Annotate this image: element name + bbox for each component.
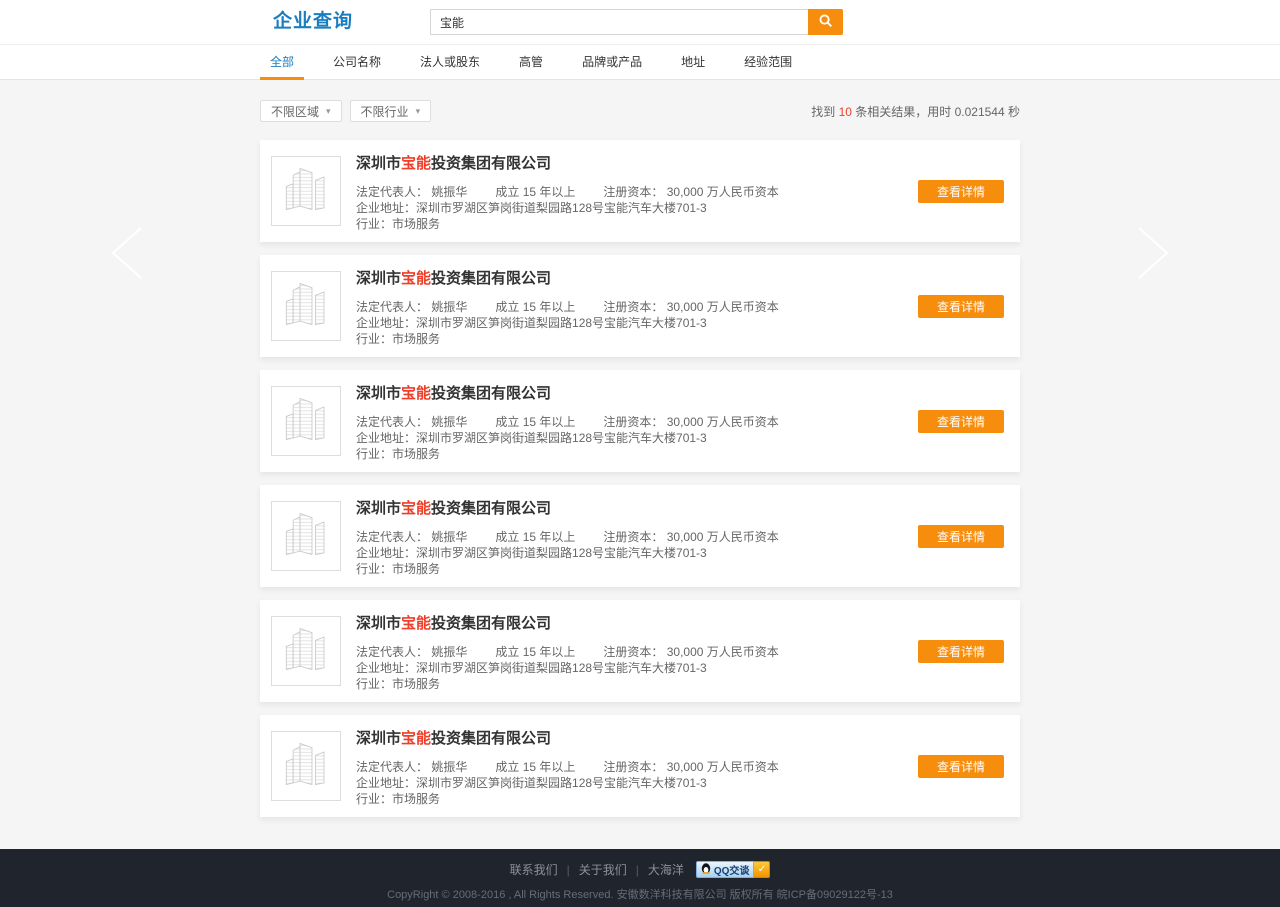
company-logo-placeholder (271, 386, 341, 456)
qq-penguin-icon (701, 862, 711, 877)
tab-5[interactable]: 地址 (671, 45, 715, 79)
footer-links: 联系我们 | 关于我们 | 大海洋 QQ交谈 ✓ (0, 861, 1280, 878)
company-address: 企业地址：深圳市罗湖区笋岗街道梨园路128号宝能汽车大楼701-3 (356, 545, 779, 561)
company-info: 深圳市宝能投资集团有限公司 法定代表人： 姚振华成立 15 年以上注册资本： 3… (356, 267, 779, 347)
footer: 联系我们 | 关于我们 | 大海洋 QQ交谈 ✓ CopyRight © 2008-20… (0, 849, 1280, 907)
footer-separator: | (567, 863, 570, 877)
chevron-down-icon: ▾ (326, 106, 331, 117)
building-icon (280, 280, 332, 333)
tab-1[interactable]: 公司名称 (323, 45, 391, 79)
result-count: 10 (839, 105, 852, 119)
copyright-text: CopyRight © 2008-2016 , All Rights Reser… (0, 886, 1280, 902)
footer-separator: | (636, 863, 639, 877)
company-industry: 行业：市场服务 (356, 676, 779, 692)
company-address: 企业地址：深圳市罗湖区笋岗街道梨园路128号宝能汽车大楼701-3 (356, 660, 779, 676)
company-name-link[interactable]: 深圳市宝能投资集团有限公司 (356, 152, 779, 173)
company-industry: 行业：市场服务 (356, 561, 779, 577)
company-info: 深圳市宝能投资集团有限公司 法定代表人： 姚振华成立 15 年以上注册资本： 3… (356, 727, 779, 807)
keyword-highlight: 宝能 (401, 730, 431, 747)
filter-row: 不限区域▾ 不限行业▾ 找到 10 条相关结果，用时 0.021544 秒 (260, 100, 1020, 122)
company-info: 深圳市宝能投资集团有限公司 法定代表人： 姚振华成立 15 年以上注册资本： 3… (356, 612, 779, 692)
keyword-highlight: 宝能 (401, 155, 431, 172)
header: 企业查询 (0, 0, 1280, 45)
view-detail-button[interactable]: 查看详情 (918, 295, 1004, 318)
search-type-tabbar: 全部公司名称法人或股东高管品牌或产品地址经验范围 (0, 45, 1280, 80)
search-bar (430, 9, 843, 35)
qq-check-icon: ✓ (754, 861, 770, 878)
company-card: 深圳市宝能投资集团有限公司 法定代表人： 姚振华成立 15 年以上注册资本： 3… (260, 255, 1020, 357)
qq-chat-badge[interactable]: QQ交谈 ✓ (696, 861, 771, 878)
view-detail-button[interactable]: 查看详情 (918, 755, 1004, 778)
site-logo: 企业查询 (273, 0, 353, 44)
keyword-highlight: 宝能 (401, 615, 431, 632)
footer-link-2[interactable]: 大海洋 (648, 863, 684, 877)
company-address: 企业地址：深圳市罗湖区笋岗街道梨园路128号宝能汽车大楼701-3 (356, 775, 779, 791)
view-detail-button[interactable]: 查看详情 (918, 525, 1004, 548)
company-info: 深圳市宝能投资集团有限公司 法定代表人： 姚振华成立 15 年以上注册资本： 3… (356, 497, 779, 577)
company-meta-line1: 法定代表人： 姚振华成立 15 年以上注册资本： 30,000 万人民币资本 (356, 414, 779, 430)
company-card: 深圳市宝能投资集团有限公司 法定代表人： 姚振华成立 15 年以上注册资本： 3… (260, 370, 1020, 472)
company-logo-placeholder (271, 501, 341, 571)
company-name-link[interactable]: 深圳市宝能投资集团有限公司 (356, 267, 779, 288)
tab-6[interactable]: 经验范围 (734, 45, 802, 79)
footer-link-0[interactable]: 联系我们 (510, 863, 558, 877)
company-meta-line1: 法定代表人： 姚振华成立 15 年以上注册资本： 30,000 万人民币资本 (356, 644, 779, 660)
chevron-down-icon: ▾ (416, 106, 421, 117)
tab-3[interactable]: 高管 (509, 45, 553, 79)
company-logo-placeholder (271, 271, 341, 341)
company-name-link[interactable]: 深圳市宝能投资集团有限公司 (356, 382, 779, 403)
company-meta-line1: 法定代表人： 姚振华成立 15 年以上注册资本： 30,000 万人民币资本 (356, 299, 779, 315)
keyword-highlight: 宝能 (401, 270, 431, 287)
company-logo-placeholder (271, 156, 341, 226)
company-address: 企业地址：深圳市罗湖区笋岗街道梨园路128号宝能汽车大楼701-3 (356, 430, 779, 446)
tab-0[interactable]: 全部 (260, 45, 304, 79)
company-meta-line1: 法定代表人： 姚振华成立 15 年以上注册资本： 30,000 万人民币资本 (356, 529, 779, 545)
search-icon (818, 13, 833, 31)
results-list: 深圳市宝能投资集团有限公司 法定代表人： 姚振华成立 15 年以上注册资本： 3… (260, 140, 1020, 817)
result-stats: 找到 10 条相关结果，用时 0.021544 秒 (811, 103, 1020, 120)
company-card: 深圳市宝能投资集团有限公司 法定代表人： 姚振华成立 15 年以上注册资本： 3… (260, 140, 1020, 242)
company-name-link[interactable]: 深圳市宝能投资集团有限公司 (356, 727, 779, 748)
building-icon (280, 625, 332, 678)
company-card: 深圳市宝能投资集团有限公司 法定代表人： 姚振华成立 15 年以上注册资本： 3… (260, 600, 1020, 702)
company-info: 深圳市宝能投资集团有限公司 法定代表人： 姚振华成立 15 年以上注册资本： 3… (356, 152, 779, 232)
company-address: 企业地址：深圳市罗湖区笋岗街道梨园路128号宝能汽车大楼701-3 (356, 200, 779, 216)
keyword-highlight: 宝能 (401, 385, 431, 402)
company-card: 深圳市宝能投资集团有限公司 法定代表人： 姚振华成立 15 年以上注册资本： 3… (260, 485, 1020, 587)
company-meta-line1: 法定代表人： 姚振华成立 15 年以上注册资本： 30,000 万人民币资本 (356, 184, 779, 200)
tab-2[interactable]: 法人或股东 (410, 45, 490, 79)
carousel-arrow-right-icon[interactable] (1121, 225, 1177, 286)
company-industry: 行业：市场服务 (356, 791, 779, 807)
industry-filter-dropdown[interactable]: 不限行业▾ (350, 100, 432, 122)
region-filter-dropdown[interactable]: 不限区域▾ (260, 100, 342, 122)
company-industry: 行业：市场服务 (356, 216, 779, 232)
company-info: 深圳市宝能投资集团有限公司 法定代表人： 姚振华成立 15 年以上注册资本： 3… (356, 382, 779, 462)
view-detail-button[interactable]: 查看详情 (918, 180, 1004, 203)
company-name-link[interactable]: 深圳市宝能投资集团有限公司 (356, 612, 779, 633)
company-card: 深圳市宝能投资集团有限公司 法定代表人： 姚振华成立 15 年以上注册资本： 3… (260, 715, 1020, 817)
company-address: 企业地址：深圳市罗湖区笋岗街道梨园路128号宝能汽车大楼701-3 (356, 315, 779, 331)
company-logo-placeholder (271, 731, 341, 801)
view-detail-button[interactable]: 查看详情 (918, 640, 1004, 663)
view-detail-button[interactable]: 查看详情 (918, 410, 1004, 433)
company-industry: 行业：市场服务 (356, 331, 779, 347)
tab-4[interactable]: 品牌或产品 (572, 45, 652, 79)
carousel-arrow-left-icon[interactable] (103, 225, 159, 286)
tabs: 全部公司名称法人或股东高管品牌或产品地址经验范围 (260, 45, 1020, 79)
company-logo-placeholder (271, 616, 341, 686)
company-industry: 行业：市场服务 (356, 446, 779, 462)
keyword-highlight: 宝能 (401, 500, 431, 517)
building-icon (280, 395, 332, 448)
search-input[interactable] (430, 9, 808, 35)
search-button[interactable] (808, 9, 843, 35)
content-area: 不限区域▾ 不限行业▾ 找到 10 条相关结果，用时 0.021544 秒 (0, 80, 1280, 849)
company-name-link[interactable]: 深圳市宝能投资集团有限公司 (356, 497, 779, 518)
building-icon (280, 510, 332, 563)
company-meta-line1: 法定代表人： 姚振华成立 15 年以上注册资本： 30,000 万人民币资本 (356, 759, 779, 775)
footer-link-1[interactable]: 关于我们 (579, 863, 627, 877)
building-icon (280, 165, 332, 218)
building-icon (280, 740, 332, 793)
